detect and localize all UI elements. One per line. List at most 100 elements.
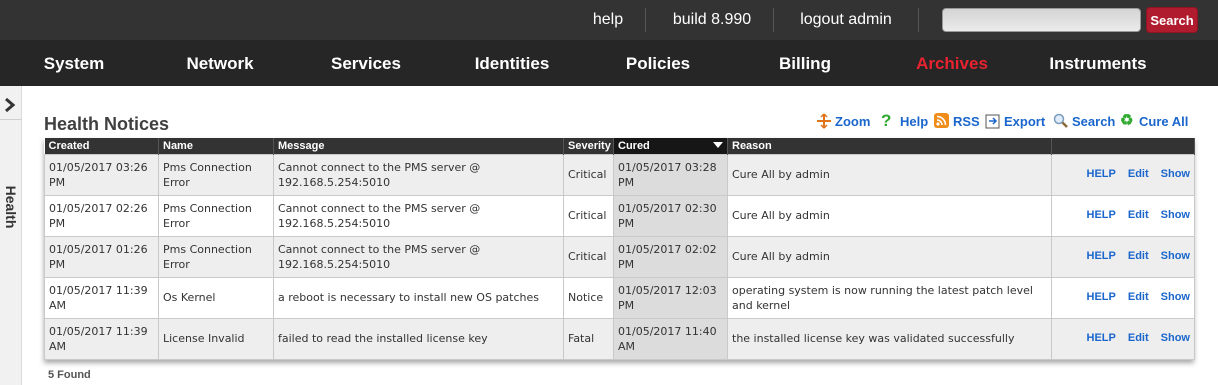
rss-action[interactable]: RSS <box>934 112 980 130</box>
cell-message: Cannot connect to the PMS server @ 192.1… <box>273 153 564 196</box>
cell-cured: 01/05/2017 11:40 AM <box>613 317 728 360</box>
table-header: Created Name Message Severity Cured Reas… <box>44 138 1195 154</box>
cell-name: Os Kernel <box>158 276 274 319</box>
column-cured-label: Cured <box>618 139 650 152</box>
table-row: 01/05/2017 02:26 PM Pms Connection Error… <box>44 194 1195 237</box>
row-show-link[interactable]: Show <box>1161 291 1190 303</box>
cure-all-action[interactable]: ♻ Cure All <box>1120 112 1188 130</box>
row-edit-link[interactable]: Edit <box>1128 250 1149 262</box>
sort-desc-icon <box>713 142 723 148</box>
column-name[interactable]: Name <box>158 138 274 154</box>
row-edit-link[interactable]: Edit <box>1128 209 1149 221</box>
cell-actions: HELP Edit Show <box>1051 153 1195 196</box>
nav-system[interactable]: System <box>36 40 112 86</box>
cell-reason: Cure All by admin <box>727 194 1052 237</box>
cell-name: Pms Connection Error <box>158 235 274 278</box>
page-title: Health Notices <box>44 114 170 134</box>
separator <box>645 8 646 32</box>
cell-severity: Fatal <box>563 317 614 360</box>
logout-link[interactable]: logout admin <box>790 0 902 40</box>
cell-created: 01/05/2017 03:26 PM <box>44 153 159 196</box>
cell-created: 01/05/2017 11:39 AM <box>44 276 159 319</box>
separator <box>918 8 919 32</box>
cell-actions: HELP Edit Show <box>1051 194 1195 237</box>
column-actions <box>1051 138 1195 154</box>
nav-billing[interactable]: Billing <box>770 40 840 86</box>
cell-reason: the installed license key was validated … <box>727 317 1052 360</box>
cell-message: failed to read the installed license key <box>273 317 564 360</box>
row-show-link[interactable]: Show <box>1161 250 1190 262</box>
cell-severity: Critical <box>563 153 614 196</box>
column-cured[interactable]: Cured <box>613 138 728 154</box>
help-label: Help <box>900 113 929 129</box>
nav-services[interactable]: Services <box>324 40 408 86</box>
cell-name: Pms Connection Error <box>158 194 274 237</box>
cell-reason: operating system is now running the late… <box>727 276 1052 319</box>
help-action[interactable]: ? Help <box>881 112 928 130</box>
cell-actions: HELP Edit Show <box>1051 317 1195 360</box>
row-help-link[interactable]: HELP <box>1087 209 1116 221</box>
cell-name: License Invalid <box>158 317 274 360</box>
search-button[interactable]: Search <box>1146 7 1198 33</box>
help-link[interactable]: help <box>584 0 632 40</box>
cell-created: 01/05/2017 11:39 AM <box>44 317 159 360</box>
table-row: 01/05/2017 01:26 PM Pms Connection Error… <box>44 235 1195 278</box>
health-sidebar: Health <box>0 86 22 385</box>
search-input[interactable] <box>942 8 1141 32</box>
zoom-icon <box>816 113 832 129</box>
cure-all-label: Cure All <box>1139 113 1189 129</box>
nav-identities[interactable]: Identities <box>468 40 556 86</box>
export-label: Export <box>1004 113 1046 129</box>
rss-icon <box>934 113 950 129</box>
search-action[interactable]: Search <box>1053 112 1115 130</box>
cell-severity: Critical <box>563 235 614 278</box>
nav-network[interactable]: Network <box>180 40 260 86</box>
column-reason[interactable]: Reason <box>727 138 1052 154</box>
cell-cured: 01/05/2017 02:02 PM <box>613 235 728 278</box>
cell-message: Cannot connect to the PMS server @ 192.1… <box>273 194 564 237</box>
cell-severity: Critical <box>563 194 614 237</box>
chevron-right-icon[interactable] <box>0 90 22 120</box>
cell-created: 01/05/2017 01:26 PM <box>44 235 159 278</box>
row-show-link[interactable]: Show <box>1161 209 1190 221</box>
row-help-link[interactable]: HELP <box>1087 291 1116 303</box>
main-nav: System Network Services Identities Polic… <box>0 40 1218 86</box>
cell-created: 01/05/2017 02:26 PM <box>44 194 159 237</box>
column-created[interactable]: Created <box>44 138 159 154</box>
cell-cured: 01/05/2017 03:28 PM <box>613 153 728 196</box>
result-count: 5 Found <box>48 369 91 381</box>
table-row: 01/05/2017 11:39 AM License Invalid fail… <box>44 317 1195 360</box>
sidebar-label[interactable]: Health <box>2 182 20 232</box>
cell-cured: 01/05/2017 12:03 PM <box>613 276 728 319</box>
nav-policies[interactable]: Policies <box>618 40 698 86</box>
zoom-action[interactable]: Zoom <box>816 112 870 130</box>
recycle-icon: ♻ <box>1120 112 1134 129</box>
nav-archives[interactable]: Archives <box>908 40 996 86</box>
table-row: 01/05/2017 03:26 PM Pms Connection Error… <box>44 153 1195 196</box>
cell-reason: Cure All by admin <box>727 235 1052 278</box>
row-show-link[interactable]: Show <box>1161 332 1190 344</box>
row-edit-link[interactable]: Edit <box>1128 291 1149 303</box>
nav-instruments[interactable]: Instruments <box>1044 40 1152 86</box>
cell-actions: HELP Edit Show <box>1051 276 1195 319</box>
magnifier-icon <box>1053 113 1069 129</box>
column-message[interactable]: Message <box>273 138 564 154</box>
cell-severity: Notice <box>563 276 614 319</box>
row-show-link[interactable]: Show <box>1161 168 1190 180</box>
row-help-link[interactable]: HELP <box>1087 250 1116 262</box>
export-action[interactable]: Export <box>985 112 1045 130</box>
cell-cured: 01/05/2017 02:30 PM <box>613 194 728 237</box>
question-icon: ? <box>881 111 892 130</box>
export-icon <box>985 113 1001 129</box>
cell-reason: Cure All by admin <box>727 153 1052 196</box>
health-notices-table: Created Name Message Severity Cured Reas… <box>44 138 1195 360</box>
row-help-link[interactable]: HELP <box>1087 168 1116 180</box>
build-label: build 8.990 <box>672 11 752 28</box>
rss-label: RSS <box>953 113 980 129</box>
cell-message: a reboot is necessary to install new OS … <box>273 276 564 319</box>
column-severity[interactable]: Severity <box>563 138 614 154</box>
row-edit-link[interactable]: Edit <box>1128 168 1149 180</box>
row-edit-link[interactable]: Edit <box>1128 332 1149 344</box>
zoom-label: Zoom <box>835 113 871 129</box>
row-help-link[interactable]: HELP <box>1087 332 1116 344</box>
